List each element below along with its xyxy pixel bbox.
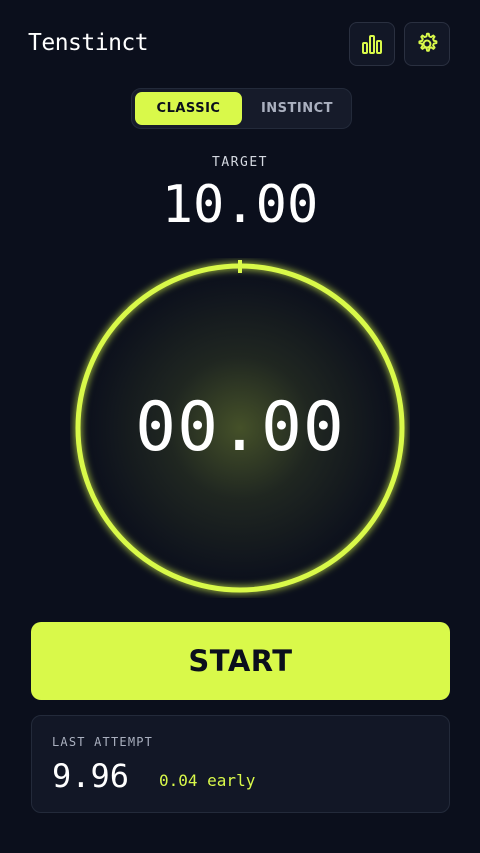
- settings-button[interactable]: [404, 22, 450, 66]
- mode-toggle: CLASSIC INSTINCT: [131, 88, 352, 129]
- last-attempt-value: 9.96: [52, 757, 130, 795]
- tab-instinct[interactable]: INSTINCT: [245, 92, 349, 125]
- last-attempt-card: LAST ATTEMPT 9.96 0.04 early: [31, 715, 450, 813]
- start-button[interactable]: START: [31, 622, 450, 700]
- stats-button[interactable]: [349, 22, 395, 66]
- bar-chart-icon: [362, 35, 382, 54]
- target-value: 10.00: [161, 175, 319, 235]
- target-label: TARGET: [212, 155, 268, 170]
- gear-icon: [418, 32, 438, 52]
- app-screen: Tenstinct CLASSIC INSTINCT TARGET 10.00: [0, 0, 480, 853]
- last-attempt-delta: 0.04 early: [159, 771, 256, 790]
- app-title: Tenstinct: [28, 30, 149, 56]
- last-attempt-label: LAST ATTEMPT: [52, 735, 154, 749]
- timer-display: 00.00: [135, 388, 345, 467]
- tab-classic[interactable]: CLASSIC: [135, 92, 242, 125]
